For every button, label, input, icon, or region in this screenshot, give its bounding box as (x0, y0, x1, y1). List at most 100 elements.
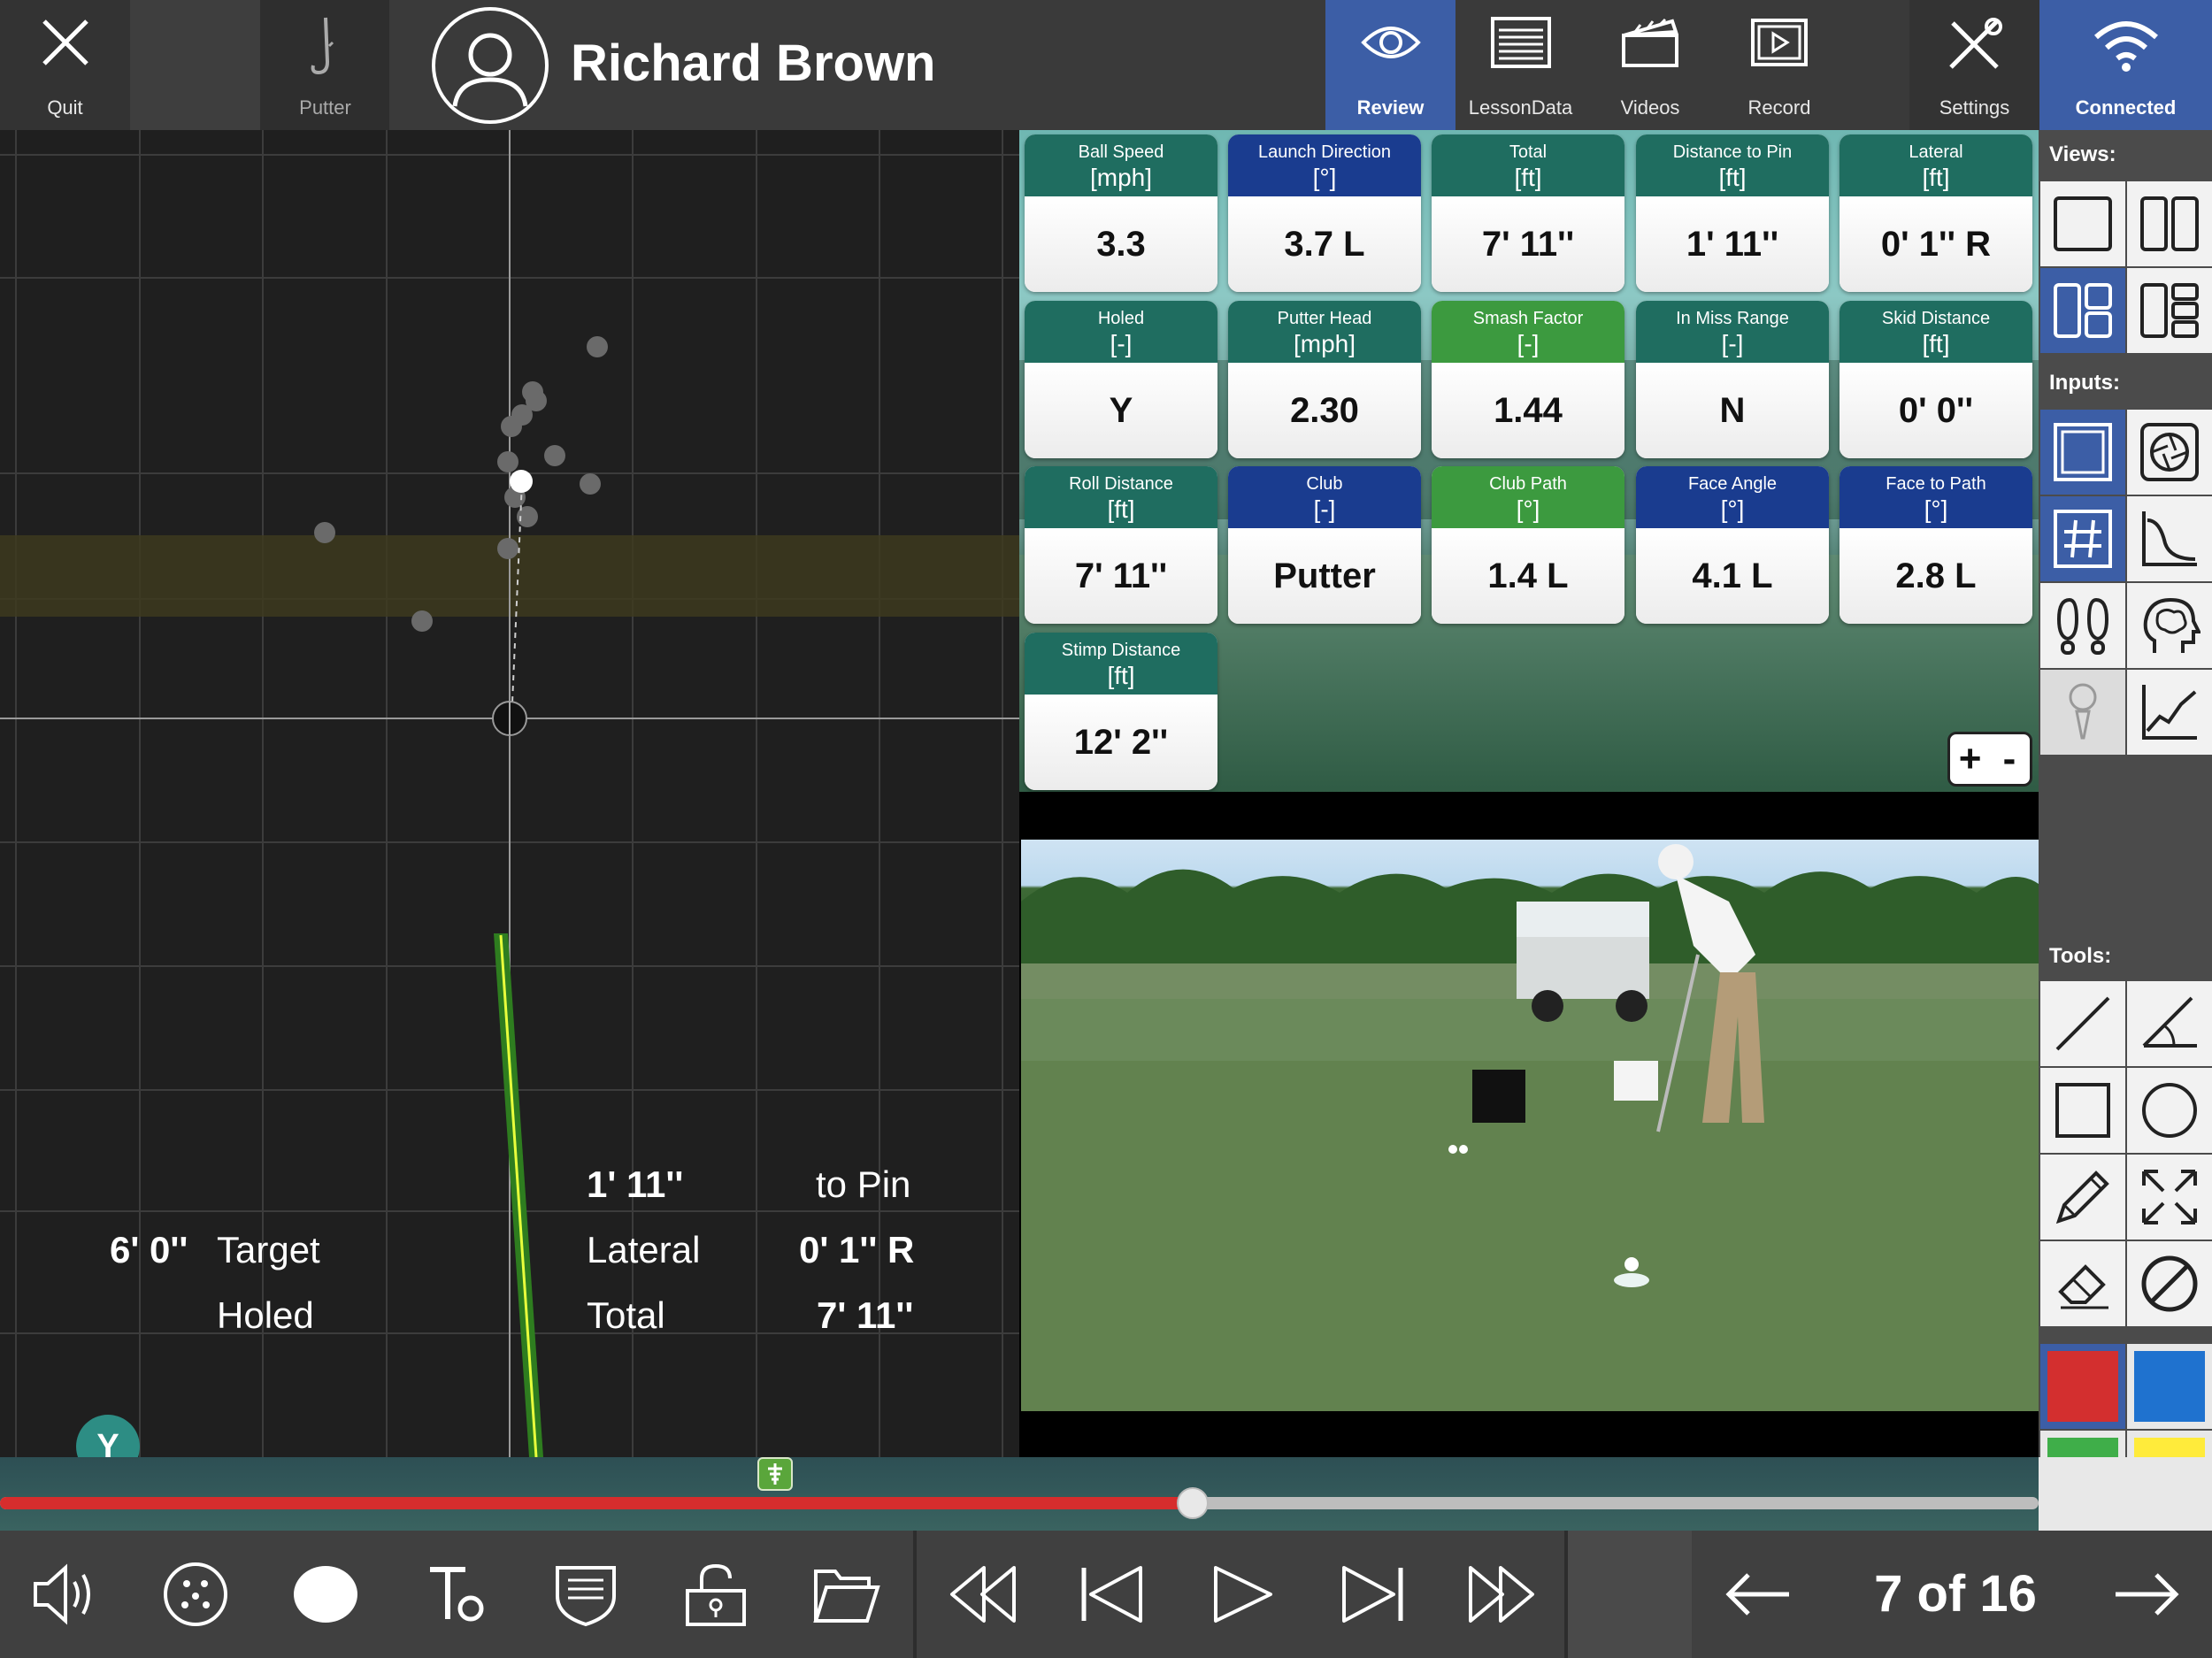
tool-line-button[interactable] (2040, 981, 2125, 1066)
previous-shot-button[interactable] (1692, 1531, 1822, 1658)
next-shot-button[interactable] (2082, 1531, 2212, 1658)
tile-in-miss-range[interactable]: In Miss Range [-] N (1636, 301, 1829, 458)
tile-smash-factor[interactable]: Smash Factor [-] 1.44 (1432, 301, 1624, 458)
video-panel (1019, 792, 2039, 1457)
tile-name: Face Angle (1687, 474, 1778, 494)
timeline-scrubber[interactable] (1176, 1487, 1209, 1519)
eye-icon (1360, 27, 1421, 58)
lock-button[interactable] (650, 1531, 780, 1658)
settings-button[interactable]: Settings (1909, 0, 2039, 130)
input-grid-button[interactable] (2040, 496, 2125, 581)
connected-button[interactable]: Connected (2039, 0, 2212, 130)
color-swatch-blue[interactable] (2127, 1344, 2212, 1429)
input-graph-button[interactable] (2127, 670, 2212, 755)
tile-ball-speed[interactable]: Ball Speed [mph] 3.3 (1025, 134, 1217, 292)
add-remove-tiles-button[interactable]: + - (1947, 732, 2032, 787)
input-curve-button[interactable] (2127, 496, 2212, 581)
tile-distance-to-pin[interactable]: Distance to Pin [ft] 1' 11'' (1636, 134, 1829, 292)
tile-name: Club (1306, 474, 1343, 494)
tile-club-path[interactable]: Club Path [°] 1.4 L (1432, 466, 1624, 624)
user-profile[interactable]: Richard Brown (389, 0, 1327, 130)
tile-face-to-path[interactable]: Face to Path [°] 2.8 L (1839, 466, 2032, 624)
impact-marker[interactable] (757, 1457, 793, 1491)
tile-unit: [ft] (1514, 164, 1542, 191)
tool-rectangle-button[interactable] (2040, 1068, 2125, 1153)
quit-label: Quit (47, 96, 83, 119)
volume-button[interactable] (0, 1531, 130, 1658)
tile-stimp-distance[interactable]: Stimp Distance [ft] 12' 2'' (1025, 633, 1217, 790)
tile-putter-head[interactable]: Putter Head [mph] 2.30 (1228, 301, 1421, 458)
tile-roll-distance[interactable]: Roll Distance [ft] 7' 11'' (1025, 466, 1217, 624)
ball-type-button[interactable] (130, 1531, 260, 1658)
bottom-spacer (1568, 1531, 1692, 1658)
input-frame-button[interactable] (2040, 410, 2125, 495)
videos-button[interactable]: Videos (1586, 0, 1715, 130)
input-tee-button[interactable] (2040, 670, 2125, 755)
lesson-data-button[interactable]: LessonData (1455, 0, 1586, 130)
swing-video[interactable] (1021, 840, 2039, 1411)
view-split-button[interactable] (2127, 181, 2212, 266)
tile-club[interactable]: Club [-] Putter (1228, 466, 1421, 624)
bottom-toolbar: 7 of 16 (0, 1531, 2212, 1658)
shield-button[interactable] (520, 1531, 650, 1658)
skip-forward-button[interactable] (1307, 1531, 1437, 1658)
tile-launch-direction[interactable]: Launch Direction [°] 3.7 L (1228, 134, 1421, 292)
tool-angle-button[interactable] (2127, 981, 2212, 1066)
brain-head-icon (2143, 597, 2200, 653)
open-folder-button[interactable] (780, 1531, 910, 1658)
text-overlay-button[interactable] (390, 1531, 520, 1658)
record-button[interactable]: Record (1715, 0, 1844, 130)
tile-value: 3.7 L (1228, 196, 1421, 292)
input-camera-button[interactable] (2127, 410, 2212, 495)
decay-curve-icon (2142, 511, 2197, 566)
tile-lateral[interactable]: Lateral [ft] 0' 1'' R (1839, 134, 2032, 292)
view-four-pane-button[interactable] (2127, 268, 2212, 353)
tile-header: Lateral [ft] (1839, 134, 2032, 196)
tool-eraser-button[interactable] (2040, 1241, 2125, 1326)
color-swatch-red[interactable] (2040, 1344, 2125, 1429)
tile-name: Skid Distance (1881, 309, 1991, 328)
tile-total[interactable]: Total [ft] 7' 11'' (1432, 134, 1624, 292)
putter-icon (311, 17, 334, 75)
tile-unit: [-] (1517, 330, 1540, 357)
quit-button[interactable]: Quit (0, 0, 130, 130)
tile-value: 0' 1'' R (1839, 196, 2032, 292)
tile-header: Holed [-] (1025, 301, 1217, 363)
lesson-data-label: LessonData (1468, 96, 1573, 119)
tile-header: In Miss Range [-] (1636, 301, 1829, 363)
tile-face-angle[interactable]: Face Angle [°] 4.1 L (1636, 466, 1829, 624)
tile-unit: [ft] (1922, 330, 1950, 357)
input-footprints-button[interactable] (2040, 583, 2125, 668)
skip-back-button[interactable] (1047, 1531, 1177, 1658)
layout-single-icon (2054, 196, 2112, 251)
timeline-progress (0, 1497, 1193, 1509)
ball-toggle-button[interactable] (260, 1531, 390, 1658)
tile-skid-distance[interactable]: Skid Distance [ft] 0' 0'' (1839, 301, 2032, 458)
play-button[interactable] (1177, 1531, 1307, 1658)
tile-unit: [°] (1516, 495, 1540, 523)
view-single-button[interactable] (2040, 181, 2125, 266)
unlock-icon (685, 1563, 746, 1626)
tool-fullscreen-button[interactable] (2127, 1155, 2212, 1240)
tile-value: Y (1025, 363, 1217, 458)
input-brain-button[interactable] (2127, 583, 2212, 668)
putter-button[interactable]: Putter (260, 0, 390, 130)
fast-forward-button[interactable] (1437, 1531, 1567, 1658)
table-icon (1490, 17, 1551, 68)
tool-circle-button[interactable] (2127, 1068, 2212, 1153)
rewind-button[interactable] (917, 1531, 1047, 1658)
line-graph-icon (2142, 685, 2197, 740)
tile-value: 12' 2'' (1025, 695, 1217, 790)
tile-header: Stimp Distance [ft] (1025, 633, 1217, 695)
view-three-pane-button[interactable] (2040, 268, 2125, 353)
tile-holed[interactable]: Holed [-] Y (1025, 301, 1217, 458)
review-button[interactable]: Review (1325, 0, 1455, 130)
wifi-icon (2093, 21, 2158, 72)
tile-unit: [ft] (1922, 164, 1950, 191)
tool-clear-button[interactable] (2127, 1241, 2212, 1326)
tool-pencil-button[interactable] (2040, 1155, 2125, 1240)
flag-icon (768, 1463, 782, 1485)
tile-header: Putter Head [mph] (1228, 301, 1421, 363)
putt-trajectory-view[interactable]: 6' 0'' Target Y Holed 1' 11'' to Pin Lat… (0, 130, 1019, 1457)
tile-name: Face to Path (1886, 474, 1986, 494)
